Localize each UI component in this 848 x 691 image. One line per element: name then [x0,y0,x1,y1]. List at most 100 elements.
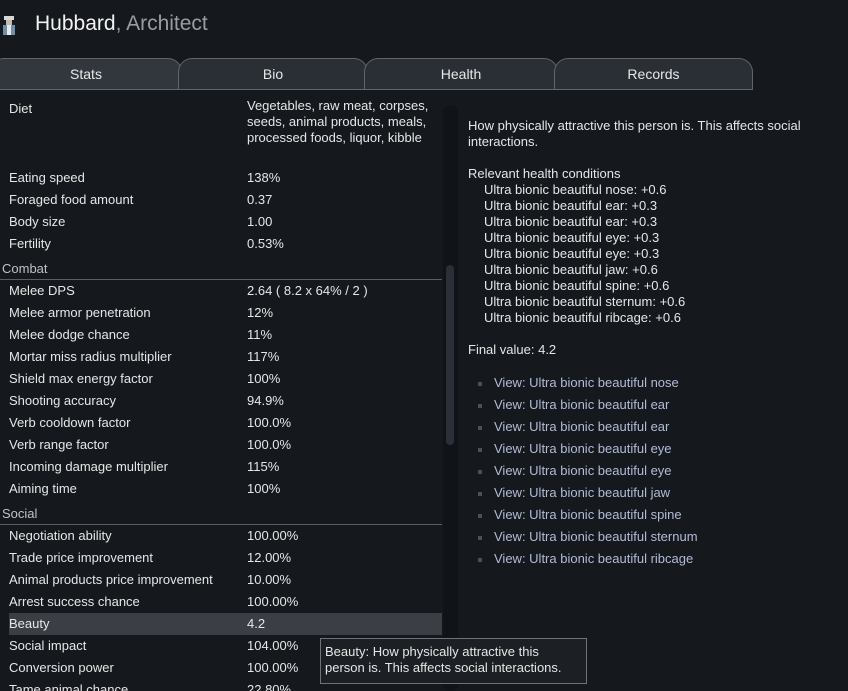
stat-description: How physically attractive this person is… [468,118,801,149]
stat-row[interactable]: Verb range factor 100.0% [0,434,442,456]
stat-label: Arrest success chance [9,594,140,609]
section-title: Social [2,506,38,521]
stat-label: Verb range factor [9,437,109,452]
stat-row[interactable]: Mortar miss radius multiplier 117% [0,346,442,368]
view-link[interactable]: View: Ultra bionic beautiful nose [478,372,838,394]
stat-value: 10.00% [247,572,292,587]
stat-label: Conversion power [9,660,114,675]
view-link[interactable]: View: Ultra bionic beautiful sternum [478,526,838,548]
bullet-icon [478,425,482,430]
stat-label: Verb cooldown factor [9,415,131,430]
pawn-role: Architect [126,12,208,35]
stat-value: 94.9% [247,393,284,408]
stat-label: Shooting accuracy [9,393,116,408]
stat-row[interactable]: Trade price improvement 12.00% [0,547,442,569]
stat-value: 100.00% [247,594,299,609]
title-separator: , [115,12,127,35]
stat-detail-panel: How physically attractive this person is… [468,118,843,358]
stat-label: Eating speed [9,170,85,185]
tab-stats[interactable]: Stats [0,58,182,89]
stat-label: Trade price improvement [9,550,154,565]
view-link[interactable]: View: Ultra bionic beautiful ribcage [478,548,838,570]
stat-row[interactable]: Negotiation ability 100.00% [0,525,442,547]
stat-value: 100% [247,371,281,386]
bullet-icon [478,557,482,562]
stat-label: Melee armor penetration [9,305,151,320]
view-link[interactable]: View: Ultra bionic beautiful ear [478,394,838,416]
stat-value: 0.37 [247,192,273,207]
stat-row[interactable]: Shooting accuracy 94.9% [0,390,442,412]
tab-divider [0,89,753,90]
pawn-name: Hubbard [35,12,116,35]
conditions-title: Relevant health conditions [468,166,621,181]
stats-scrollbar-thumb[interactable] [446,265,454,445]
stat-value: 117% [247,349,280,364]
stat-row[interactable]: Shield max energy factor 100% [0,368,442,390]
stat-label: Beauty [9,616,50,631]
view-link-label: View: Ultra bionic beautiful nose [494,375,679,390]
condition-item: Ultra bionic beautiful eye: +0.3 [484,246,660,261]
pawn-portrait-icon[interactable] [0,14,18,38]
view-link-label: View: Ultra bionic beautiful eye [494,463,672,478]
stat-value: 22.80% [247,682,292,691]
stat-label: Diet [9,101,33,116]
bullet-icon [478,469,482,474]
condition-item: Ultra bionic beautiful ear: +0.3 [484,198,658,213]
section-header-social: Social [0,503,442,525]
stat-row[interactable]: Foraged food amount 0.37 [0,189,442,211]
stat-row[interactable]: Aiming time 100% [0,478,442,500]
view-link[interactable]: View: Ultra bionic beautiful spine [478,504,838,526]
stat-row[interactable]: Incoming damage multiplier 115% [0,456,442,478]
stat-value: 1.00 [247,214,273,229]
stat-row-beauty-selected[interactable]: Beauty 4.2 [9,613,442,635]
stat-value: 100% [247,481,281,496]
stats-list[interactable]: Diet Vegetables, raw meat, corpses, seed… [0,100,444,691]
tab-records[interactable]: Records [554,58,753,89]
stat-row[interactable]: Verb cooldown factor 100.0% [0,412,442,434]
view-link-label: View: Ultra bionic beautiful spine [494,507,682,522]
stat-value: 100.00% [247,528,299,543]
final-value: Final value: 4.2 [468,342,557,357]
bullet-icon [478,491,482,496]
stat-row[interactable]: Arrest success chance 100.00% [0,591,442,613]
stat-row[interactable]: Fertility 0.53% [0,233,442,255]
tab-health[interactable]: Health [364,58,558,89]
stat-row[interactable]: Eating speed 138% [0,167,442,189]
stat-row[interactable]: Melee armor penetration 12% [0,302,442,324]
view-link[interactable]: View: Ultra bionic beautiful eye [478,438,838,460]
stat-row[interactable]: Melee dodge chance 11% [0,324,442,346]
stat-label: Melee DPS [9,283,75,298]
stat-row[interactable]: Melee DPS 2.64 ( 8.2 x 64% / 2 ) [0,280,442,302]
stat-label: Social impact [9,638,87,653]
tab-bar: Stats Bio Health Records [0,58,760,90]
bullet-icon [478,403,482,408]
view-link-label: View: Ultra bionic beautiful ear [494,397,670,412]
stat-row[interactable]: Animal products price improvement 10.00% [0,569,442,591]
stat-value: 12.00% [247,550,292,565]
stat-value: 100.00% [247,660,299,675]
stat-label: Mortar miss radius multiplier [9,349,172,364]
stat-value: 4.2 [247,616,266,631]
stat-row[interactable]: Body size 1.00 [0,211,442,233]
condition-item: Ultra bionic beautiful spine: +0.6 [484,278,670,293]
stat-label: Incoming damage multiplier [9,459,168,474]
stat-row-diet[interactable]: Diet Vegetables, raw meat, corpses, seed… [0,100,442,164]
bullet-icon [478,513,482,518]
bullet-icon [478,535,482,540]
view-link-label: View: Ultra bionic beautiful ribcage [494,551,694,566]
condition-item: Ultra bionic beautiful nose: +0.6 [484,182,667,197]
view-link[interactable]: View: Ultra bionic beautiful jaw [478,482,838,504]
tab-bio[interactable]: Bio [178,58,368,89]
condition-item: Ultra bionic beautiful ear: +0.3 [484,214,658,229]
view-link-label: View: Ultra bionic beautiful eye [494,441,672,456]
bullet-icon [478,381,482,386]
view-link-label: View: Ultra bionic beautiful sternum [494,529,698,544]
view-link[interactable]: View: Ultra bionic beautiful eye [478,460,838,482]
stat-value: 12% [247,305,274,320]
stat-value: 11% [247,327,273,342]
section-header-combat: Combat [0,258,442,280]
stat-value: 100.0% [247,437,292,452]
view-link[interactable]: View: Ultra bionic beautiful ear [478,416,838,438]
stat-label: Negotiation ability [9,528,112,543]
stat-value: 0.53% [247,236,284,251]
